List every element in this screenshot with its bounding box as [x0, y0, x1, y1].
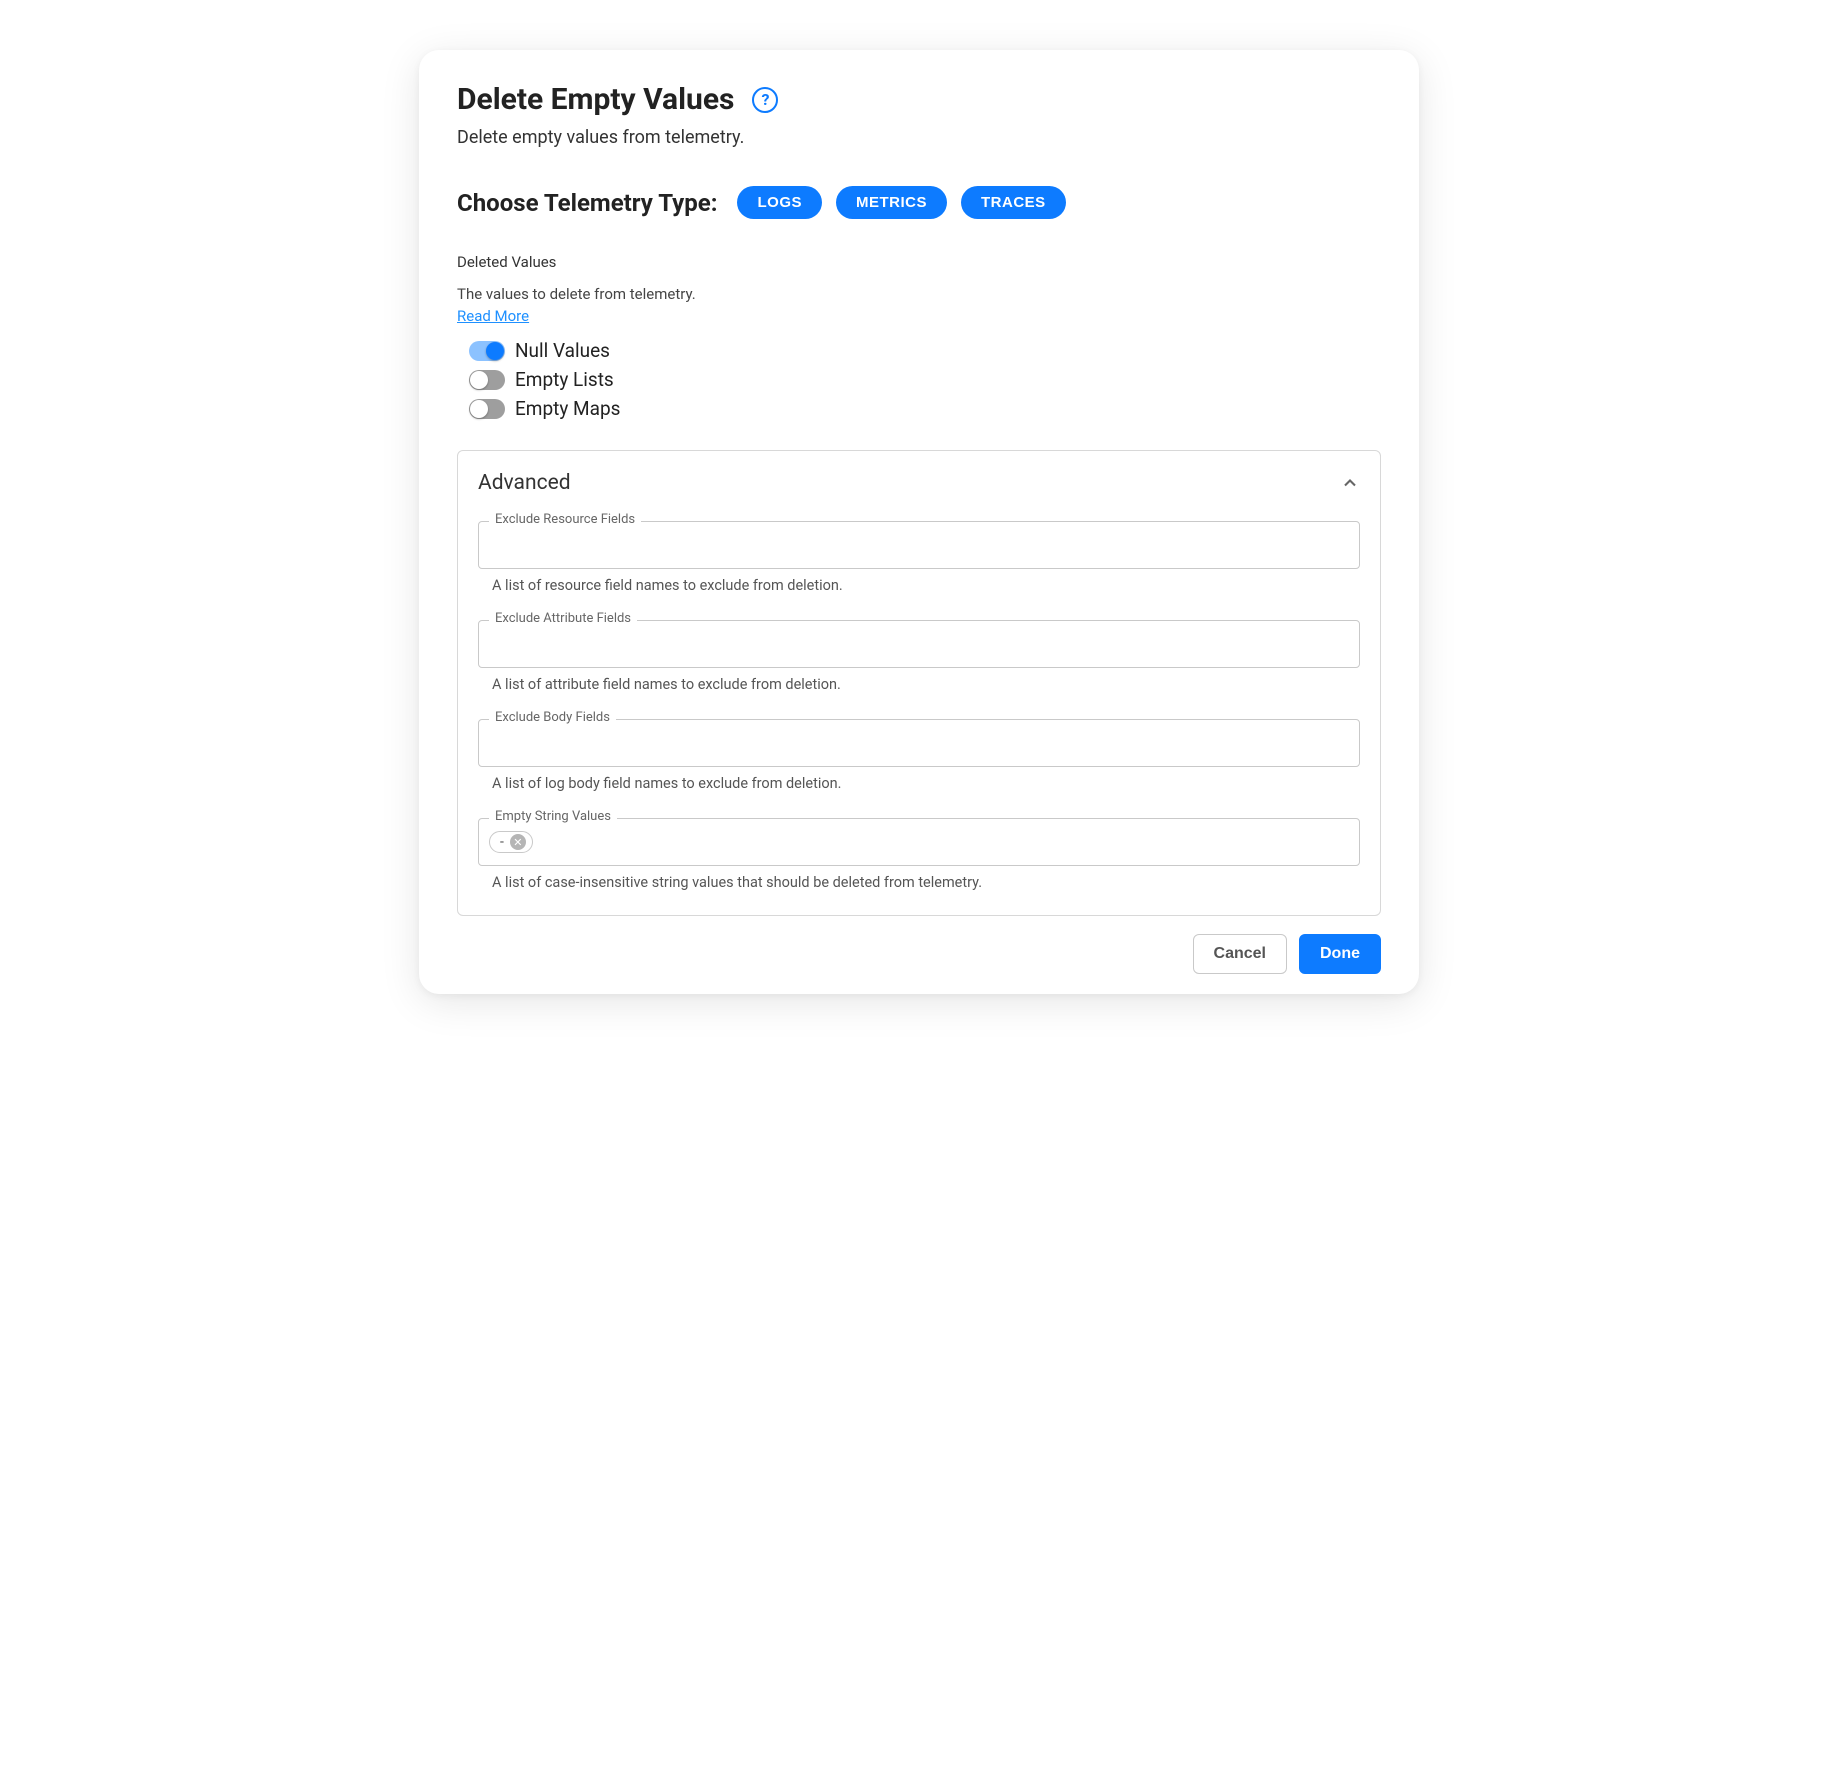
exclude-body-fields-text[interactable]	[491, 735, 1347, 752]
deleted-values-description: The values to delete from telemetry.	[457, 285, 1381, 303]
dialog-title: Delete Empty Values	[457, 82, 734, 117]
exclude-attribute-fields-helper: A list of attribute field names to exclu…	[478, 676, 1360, 693]
cancel-button[interactable]: Cancel	[1193, 934, 1287, 974]
dialog-card: Delete Empty Values ? Delete empty value…	[419, 50, 1419, 994]
toggle-label-empty-lists: Empty Lists	[515, 368, 614, 391]
exclude-attribute-fields-label: Exclude Attribute Fields	[489, 611, 637, 626]
toggle-label-null-values: Null Values	[515, 339, 610, 362]
exclude-body-fields-input[interactable]: Exclude Body Fields	[478, 719, 1360, 767]
empty-string-values-label: Empty String Values	[489, 809, 617, 824]
dialog-subtitle: Delete empty values from telemetry.	[457, 127, 1381, 148]
toggle-empty-maps[interactable]	[469, 399, 505, 419]
dialog-footer: Cancel Done	[419, 916, 1419, 974]
exclude-body-fields-label: Exclude Body Fields	[489, 710, 616, 725]
toggle-null-values[interactable]	[469, 341, 505, 361]
advanced-title: Advanced	[478, 471, 571, 495]
exclude-attribute-fields-input[interactable]: Exclude Attribute Fields	[478, 620, 1360, 668]
advanced-header[interactable]: Advanced	[478, 471, 1360, 495]
toggle-row-empty-lists: Empty Lists	[469, 368, 1381, 391]
exclude-body-fields-group: Exclude Body Fields A list of log body f…	[478, 719, 1360, 792]
exclude-body-fields-helper: A list of log body field names to exclud…	[478, 775, 1360, 792]
done-button[interactable]: Done	[1299, 934, 1381, 974]
toggle-empty-lists[interactable]	[469, 370, 505, 390]
exclude-resource-fields-group: Exclude Resource Fields A list of resour…	[478, 521, 1360, 594]
telemetry-type-heading: Choose Telemetry Type:	[457, 189, 717, 217]
telemetry-pill-traces[interactable]: TRACES	[961, 186, 1066, 219]
telemetry-type-row: Choose Telemetry Type: LOGS METRICS TRAC…	[457, 186, 1381, 219]
chip-dash-text: -	[500, 834, 504, 850]
empty-string-values-group: Empty String Values - ✕ A list of case-i…	[478, 818, 1360, 891]
exclude-resource-fields-label: Exclude Resource Fields	[489, 512, 641, 527]
toggle-label-empty-maps: Empty Maps	[515, 397, 620, 420]
deleted-values-block: Deleted Values The values to delete from…	[457, 253, 1381, 420]
exclude-resource-fields-helper: A list of resource field names to exclud…	[478, 577, 1360, 594]
toggle-list: Null Values Empty Lists Empty Maps	[457, 339, 1381, 420]
chip-remove-icon[interactable]: ✕	[510, 834, 526, 850]
chevron-up-icon	[1340, 473, 1360, 493]
read-more-link[interactable]: Read More	[457, 307, 529, 325]
dialog-scroll-area[interactable]: Delete Empty Values ? Delete empty value…	[419, 82, 1419, 916]
dialog-header: Delete Empty Values ?	[457, 82, 1381, 117]
exclude-attribute-fields-group: Exclude Attribute Fields A list of attri…	[478, 620, 1360, 693]
telemetry-pill-logs[interactable]: LOGS	[737, 186, 822, 219]
exclude-resource-fields-input[interactable]: Exclude Resource Fields	[478, 521, 1360, 569]
toggle-row-null-values: Null Values	[469, 339, 1381, 362]
toggle-row-empty-maps: Empty Maps	[469, 397, 1381, 420]
empty-string-values-helper: A list of case-insensitive string values…	[478, 874, 1360, 891]
empty-string-values-input[interactable]: Empty String Values - ✕	[478, 818, 1360, 866]
help-icon[interactable]: ?	[752, 87, 778, 113]
deleted-values-label: Deleted Values	[457, 253, 1381, 271]
advanced-panel: Advanced Exclude Resource Fields A list …	[457, 450, 1381, 916]
exclude-attribute-fields-text[interactable]	[491, 636, 1347, 653]
chip-dash: - ✕	[489, 831, 533, 853]
exclude-resource-fields-text[interactable]	[491, 537, 1347, 554]
telemetry-pill-metrics[interactable]: METRICS	[836, 186, 947, 219]
empty-string-values-text[interactable]	[539, 834, 1349, 851]
